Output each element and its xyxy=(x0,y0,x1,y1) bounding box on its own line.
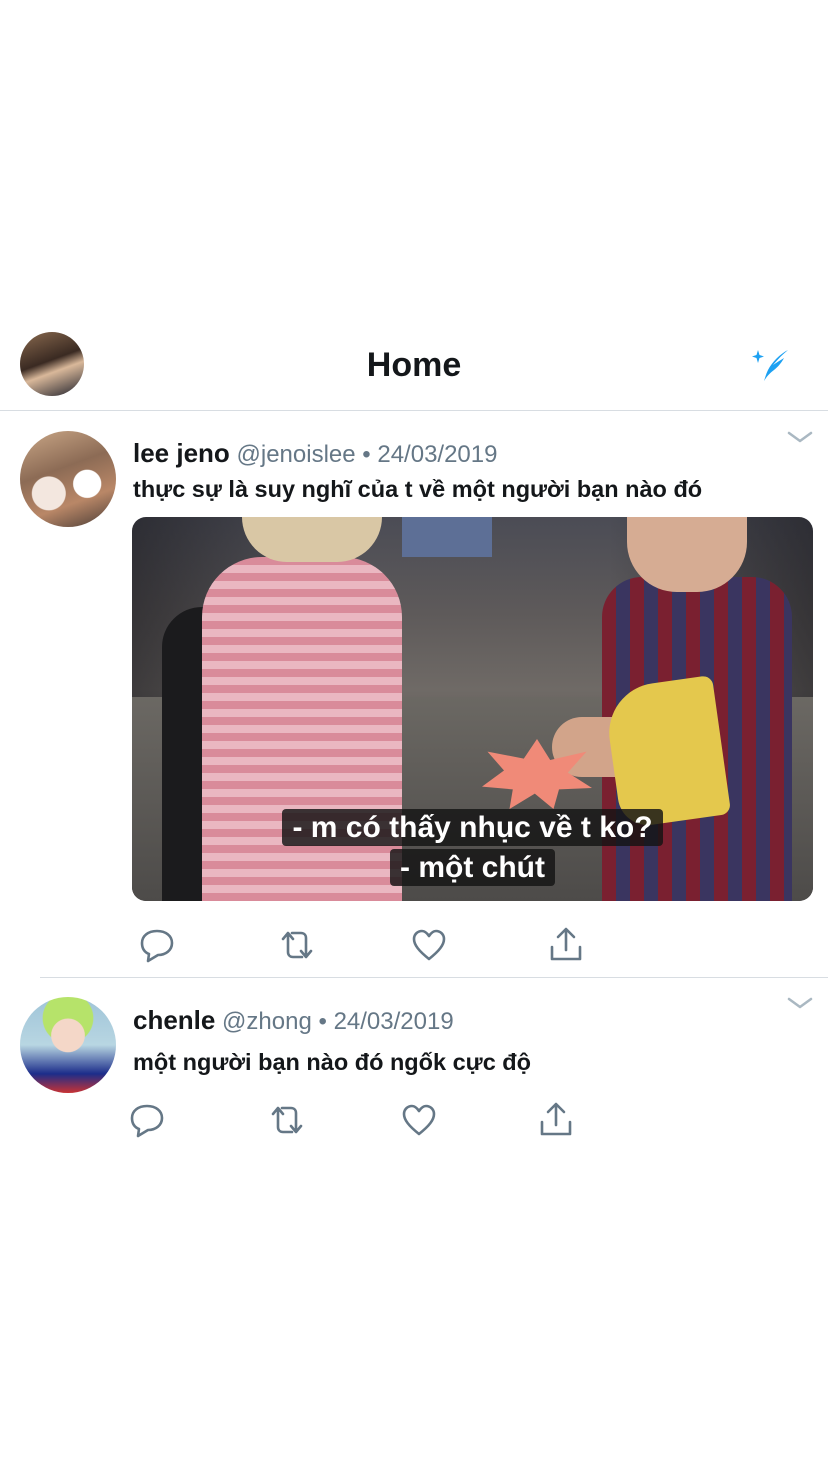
tweet-text: thực sự là suy nghĩ của t về một người b… xyxy=(133,476,703,502)
tweet-media-image[interactable]: - m có thấy nhục về t ko? - một chút xyxy=(132,517,813,901)
display-name[interactable]: chenle xyxy=(133,1005,215,1035)
page-title: Home xyxy=(366,346,462,384)
home-header: Home xyxy=(0,318,828,411)
like-heart-icon[interactable] xyxy=(399,1100,439,1140)
hat-shape xyxy=(242,517,382,562)
tweet-divider xyxy=(40,977,828,978)
tweet-text: một người bạn nào đó ngốk cực độ xyxy=(133,1049,532,1075)
tweet-actions xyxy=(0,925,828,965)
sky-background xyxy=(402,517,492,557)
person-left-shape xyxy=(202,557,402,901)
subtitle-line-1: - m có thấy nhục về t ko? xyxy=(132,809,813,846)
tweet-header: chenle @zhong • 24/03/2019 xyxy=(133,1005,454,1036)
share-icon[interactable] xyxy=(546,925,586,965)
like-heart-icon[interactable] xyxy=(409,925,449,965)
tweet-date: 24/03/2019 xyxy=(333,1008,454,1035)
subtitle-line-2: - một chút xyxy=(132,849,813,886)
avatar[interactable] xyxy=(20,431,116,527)
tweet-date: 24/03/2019 xyxy=(377,441,498,468)
display-name[interactable]: lee jeno xyxy=(133,438,230,468)
chevron-down-icon[interactable] xyxy=(787,430,813,444)
handle: @zhong xyxy=(222,1008,312,1035)
handle: @jenoislee xyxy=(236,441,356,468)
tweet-header: lee jeno @jenoislee • 24/03/2019 xyxy=(133,438,497,469)
separator: • xyxy=(318,1008,327,1035)
chevron-down-icon[interactable] xyxy=(787,996,813,1010)
tweet-actions xyxy=(0,1100,828,1140)
reply-icon[interactable] xyxy=(137,925,177,965)
share-icon[interactable] xyxy=(536,1100,576,1140)
folder-shape xyxy=(602,675,732,829)
retweet-icon[interactable] xyxy=(267,1100,307,1140)
avatar[interactable] xyxy=(20,997,116,1093)
reply-icon[interactable] xyxy=(127,1100,167,1140)
sparkle-icon[interactable] xyxy=(752,348,792,382)
retweet-icon[interactable] xyxy=(277,925,317,965)
separator: • xyxy=(362,441,371,468)
